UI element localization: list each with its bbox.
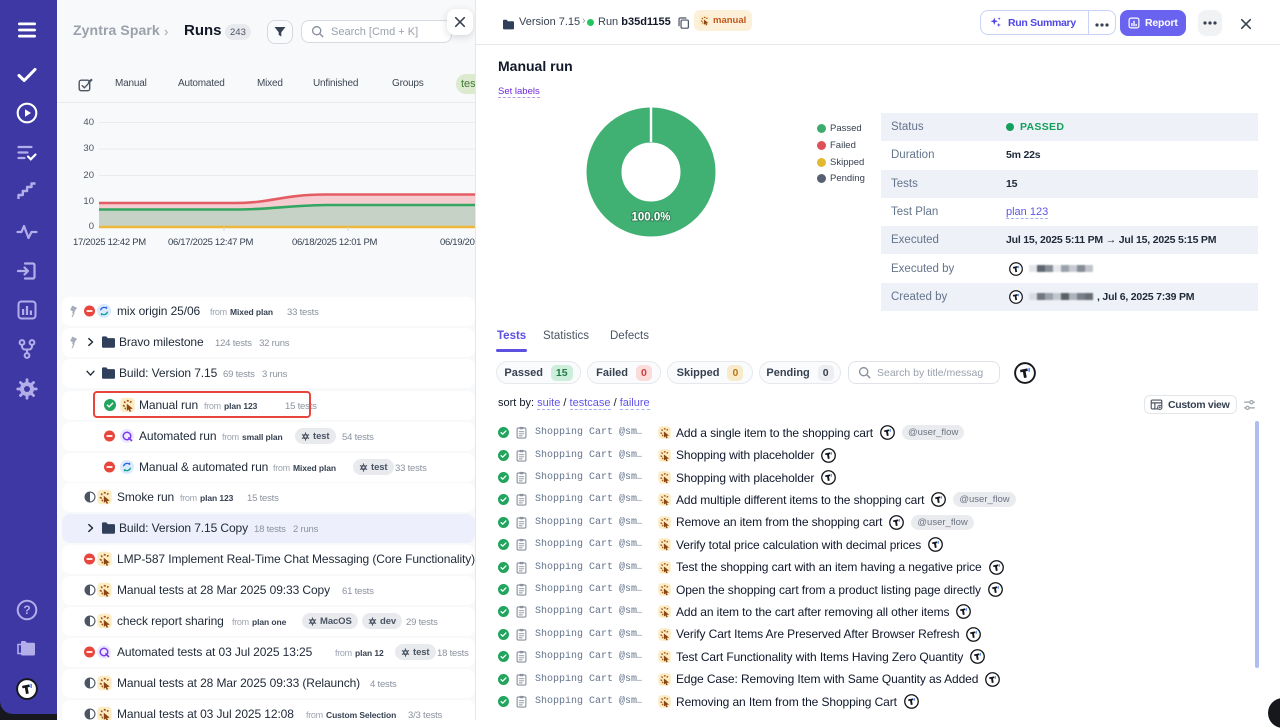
svg-text:?: ? [23,603,30,617]
svg-text:100.0%: 100.0% [631,212,670,224]
